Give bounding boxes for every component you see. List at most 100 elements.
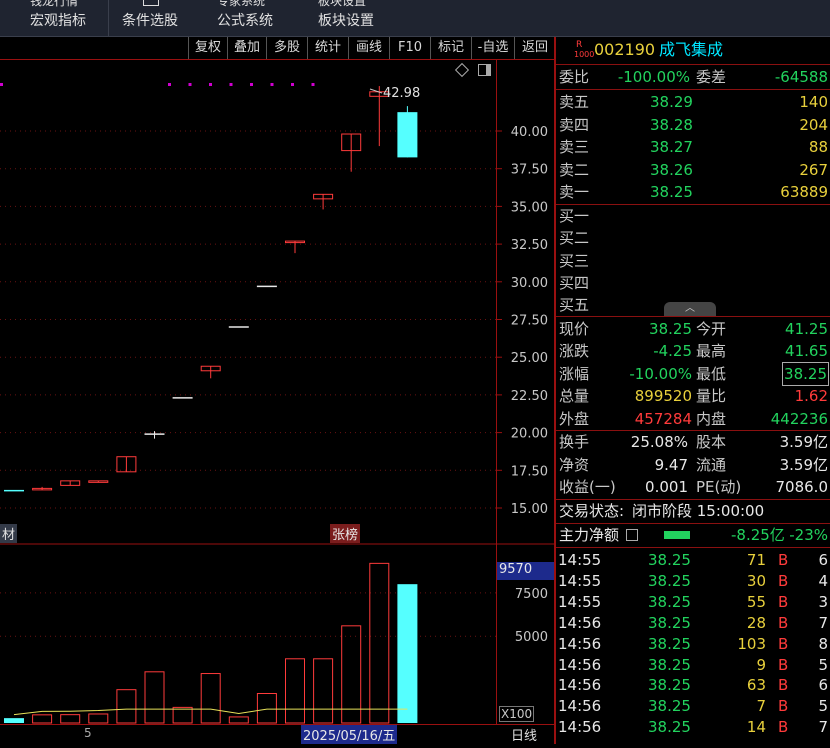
stat-label: 外盘 bbox=[559, 409, 590, 428]
period-label[interactable]: 日线 bbox=[511, 725, 537, 744]
candles bbox=[4, 86, 418, 492]
stat-value: 38.25 bbox=[649, 320, 692, 338]
button-statistics[interactable]: 统计 bbox=[307, 37, 348, 59]
volume-bar bbox=[228, 716, 249, 724]
ask-row[interactable]: 卖五 38.29 140 bbox=[556, 91, 830, 113]
quote-panel: R 1000 002190 成飞集成 委比 -100.00% 委差 -64588… bbox=[556, 37, 830, 744]
volume-unit: X100 bbox=[499, 706, 535, 722]
stat-value: 457284 bbox=[634, 409, 692, 428]
bid-label: 买二 bbox=[559, 229, 590, 248]
menu-condition-stock-selection[interactable]: 条件选股 bbox=[122, 10, 178, 30]
button-overlay[interactable]: 叠加 bbox=[227, 37, 266, 59]
volume-bar bbox=[256, 693, 277, 724]
tick-time: 14:55 bbox=[558, 551, 602, 569]
order-ratio-label: 委比 bbox=[559, 68, 590, 86]
ask-row[interactable]: 卖四 38.28 204 bbox=[556, 114, 830, 136]
stat-row: 总量 899520 量比 1.62 bbox=[556, 385, 830, 407]
date-label: 2025/05/16/五 bbox=[301, 725, 398, 744]
indicator-dot bbox=[168, 83, 171, 86]
ask-label: 卖三 bbox=[559, 138, 590, 156]
ask-price: 38.26 bbox=[650, 160, 693, 179]
bid-row[interactable]: 买四 bbox=[556, 272, 830, 294]
volume-bar bbox=[369, 562, 390, 724]
ask-price: 38.28 bbox=[650, 115, 693, 134]
price-tick-label: 37.50 bbox=[511, 163, 548, 178]
tick-price: 38.25 bbox=[648, 697, 691, 716]
order-ratio-value: -100.00% bbox=[617, 68, 690, 86]
button-multi-stock[interactable]: 多股 bbox=[266, 37, 307, 59]
tick-time: 14:55 bbox=[558, 571, 602, 590]
stat-value: 442236 bbox=[770, 409, 828, 428]
tick-row[interactable]: 14:55 38.25 71 B 6 bbox=[556, 550, 830, 571]
tick-price: 38.25 bbox=[648, 634, 691, 653]
tick-row[interactable]: 14:56 38.25 9 B 5 bbox=[556, 655, 830, 676]
tick-row[interactable]: 14:55 38.25 55 B 3 bbox=[556, 592, 830, 613]
tick-row[interactable]: 14:56 38.25 63 B 6 bbox=[556, 675, 830, 696]
ask-label: 卖一 bbox=[559, 183, 590, 201]
bid-row[interactable]: 买三 bbox=[556, 250, 830, 272]
tick-count: 4 bbox=[818, 571, 828, 590]
button-restore-rights[interactable]: 复权 bbox=[188, 37, 227, 59]
main-net-bar bbox=[664, 531, 690, 539]
tick-row[interactable]: 14:55 38.25 30 B 4 bbox=[556, 571, 830, 592]
bid-row[interactable]: 买二 bbox=[556, 227, 830, 249]
stat-value: 0.001 bbox=[645, 478, 688, 496]
limit-up-list-tag[interactable]: 张榜 bbox=[330, 524, 361, 543]
panel-toggle-icon[interactable] bbox=[478, 64, 491, 76]
tick-row[interactable]: 14:56 38.25 28 B 7 bbox=[556, 613, 830, 634]
order-diff-value: -64588 bbox=[774, 68, 828, 86]
ask-row[interactable]: 卖二 38.26 267 bbox=[556, 159, 830, 181]
divider bbox=[556, 89, 830, 90]
tick-side: B bbox=[778, 697, 789, 716]
tick-row[interactable]: 14:56 38.25 7 B 5 bbox=[556, 696, 830, 717]
left-concept-tag[interactable]: 材 bbox=[0, 524, 18, 543]
price-tick-label: 15.00 bbox=[511, 502, 548, 517]
tick-time: 14:56 bbox=[558, 634, 602, 653]
ask-row[interactable]: 卖一 38.25 63889 bbox=[556, 181, 830, 203]
bottom-tick-label: 5 bbox=[84, 726, 92, 740]
volume-tick-label: 7500 bbox=[515, 587, 548, 602]
tick-side: B bbox=[778, 676, 789, 695]
tick-volume: 9 bbox=[756, 655, 766, 674]
stat-label: 最高 bbox=[696, 342, 727, 361]
ask-row[interactable]: 卖三 38.27 88 bbox=[556, 136, 830, 158]
button-mark[interactable]: 标记 bbox=[430, 37, 471, 59]
list-icon[interactable] bbox=[626, 529, 638, 541]
menu-sector-settings[interactable]: 板块设置 bbox=[318, 10, 374, 30]
kline-chart-area[interactable]: 40.00 37.50 35.00 32.50 30.00 27.50 25.00 22.50… bbox=[0, 60, 554, 744]
tick-count: 5 bbox=[818, 655, 828, 674]
top-menu-bar: 钱龙行情 宏观指标 条件选股 专家系统 公式系统 板块设置 板块设置 bbox=[0, 0, 830, 37]
stat-label: 今开 bbox=[696, 320, 727, 338]
tick-time: 14:56 bbox=[558, 655, 602, 674]
stat-label: 最低 bbox=[696, 364, 727, 383]
menu-macro-indicators[interactable]: 宏观指标 bbox=[30, 10, 86, 30]
tick-side: B bbox=[778, 592, 789, 611]
r-badge-bottom: 1000 bbox=[574, 50, 595, 59]
volume-readout: 9570 bbox=[499, 562, 533, 577]
order-ratio-row: 委比 -100.00% 委差 -64588 bbox=[556, 66, 830, 88]
price-tick-label: 32.50 bbox=[511, 238, 548, 253]
ask-volume: 88 bbox=[808, 138, 828, 156]
indicator-dot bbox=[311, 83, 315, 86]
bid-row[interactable]: 买一 bbox=[556, 205, 830, 227]
tick-row[interactable]: 14:56 38.25 103 B 8 bbox=[556, 634, 830, 655]
tick-volume: 7 bbox=[756, 697, 766, 716]
button-watchlist[interactable]: -自选 bbox=[471, 37, 514, 59]
tick-row[interactable]: 14:56 38.25 14 B 7 bbox=[556, 717, 830, 738]
price-tick-label: 30.00 bbox=[511, 276, 548, 291]
stat-label: 股本 bbox=[696, 433, 727, 451]
menu-formula-system[interactable]: 公式系统 bbox=[217, 10, 273, 30]
bid-label: 买三 bbox=[559, 251, 590, 270]
stock-name: 成飞集成 bbox=[659, 40, 724, 59]
stat-value: 41.65 bbox=[785, 342, 828, 361]
kline-chart[interactable]: 40.00 37.50 35.00 32.50 30.00 27.50 25.00 22.50… bbox=[0, 60, 554, 744]
collapse-button[interactable]: ︿ bbox=[664, 302, 716, 316]
button-draw-line[interactable]: 画线 bbox=[348, 37, 389, 59]
tick-count: 5 bbox=[818, 697, 828, 716]
volume-tick-label: 5000 bbox=[515, 630, 548, 645]
button-back[interactable]: 返回 bbox=[514, 37, 555, 59]
divider bbox=[556, 547, 830, 548]
indicator-dot bbox=[0, 83, 3, 86]
stat-label: 换手 bbox=[559, 433, 590, 451]
button-f10[interactable]: F10 bbox=[389, 37, 430, 59]
